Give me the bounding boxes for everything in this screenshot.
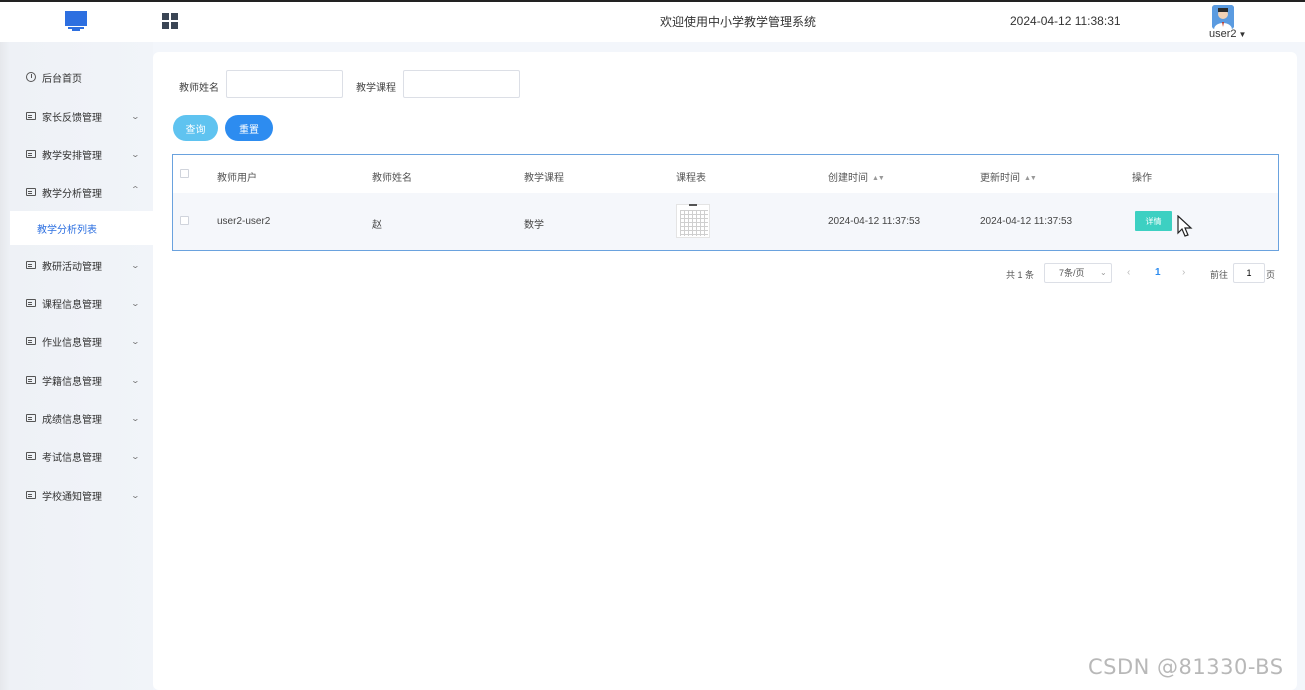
menu-icon (26, 150, 36, 158)
sidebar-item-label: 考试信息管理 (42, 452, 102, 464)
column-header-sortable[interactable]: 创建时间 ▲▼ (828, 169, 885, 184)
user-avatar[interactable] (1212, 5, 1234, 29)
menu-icon (26, 299, 36, 307)
column-header: 教师姓名 (372, 173, 412, 184)
page-size-value: 7条/页 (1059, 268, 1085, 278)
goto-label: 前往 (1210, 270, 1229, 280)
cell-teacher-user: user2-user2 (217, 216, 271, 227)
column-header-label: 更新时间 (980, 173, 1020, 184)
reset-button[interactable]: 重置 (225, 115, 273, 141)
table-row[interactable]: user2-user2 赵 数学 2024-04-12 11:37:53 202… (173, 193, 1278, 250)
main-area: 教师姓名 教学课程 查询 重置 教师用户 教师姓名 教学课程 课程表 创建时间 ▲… (153, 42, 1305, 690)
column-header-sortable[interactable]: 更新时间 ▲▼ (980, 169, 1037, 184)
row-checkbox[interactable] (180, 216, 189, 225)
sidebar-item-teaching-analysis[interactable]: 教学分析管理 ⌃ (10, 177, 153, 207)
menu-toggle-grid-icon[interactable] (162, 13, 178, 29)
prev-page-icon[interactable]: ‹ (1127, 267, 1130, 278)
menu-icon (26, 337, 36, 345)
page-size-select[interactable]: 7条/页 ⌄ (1044, 263, 1112, 283)
user-menu[interactable]: user2 ▼ (1209, 28, 1246, 40)
content-panel: 教师姓名 教学课程 查询 重置 教师用户 教师姓名 教学课程 课程表 创建时间 ▲… (153, 52, 1297, 690)
chevron-down-icon: ⌄ (130, 336, 141, 346)
sort-icon[interactable]: ▲▼ (1024, 175, 1037, 182)
sidebar-item-label: 教研活动管理 (42, 261, 102, 273)
thumb-title (689, 204, 697, 206)
sidebar-item-teaching-schedule[interactable]: 教学安排管理 ⌄ (10, 139, 153, 169)
menu-icon (26, 491, 36, 499)
current-datetime: 2024-04-12 11:38:31 (1010, 14, 1121, 28)
detail-button[interactable]: 详情 (1135, 211, 1172, 231)
menu-icon (26, 414, 36, 422)
menu-icon (26, 376, 36, 384)
goto-page-input[interactable] (1233, 263, 1265, 283)
sidebar-item-label: 教学分析管理 (42, 188, 102, 200)
cell-updated-time: 2024-04-12 11:37:53 (980, 216, 1073, 227)
thumb-grid (680, 210, 708, 236)
column-header: 教师用户 (217, 173, 257, 184)
chevron-down-icon: ⌄ (130, 413, 141, 423)
system-title: 欢迎使用中小学教学管理系统 (660, 15, 817, 29)
sidebar-item-course-info[interactable]: 课程信息管理 ⌄ (10, 288, 153, 318)
username-label: user2 (1209, 28, 1237, 40)
monitor-logo-icon (65, 11, 87, 31)
chevron-up-icon: ⌃ (130, 185, 141, 194)
table-header: 教师用户 教师姓名 教学课程 课程表 创建时间 ▲▼ 更新时间 ▲▼ 操作 (173, 155, 1278, 193)
sidebar-item-label: 学籍信息管理 (42, 376, 102, 388)
chevron-down-icon: ⌄ (130, 298, 141, 308)
column-header: 课程表 (676, 173, 706, 184)
sidebar-item-label: 课程信息管理 (42, 299, 102, 311)
sidebar-item-home[interactable]: 后台首页 (10, 62, 153, 92)
cell-course: 数学 (524, 220, 544, 231)
chevron-down-icon: ⌄ (130, 111, 141, 121)
chevron-down-icon: ⌄ (130, 260, 141, 270)
column-header-label: 创建时间 (828, 173, 868, 184)
top-bar: 2024-04-12 11:38:31 user2 ▼ (0, 0, 1305, 42)
menu-icon (26, 452, 36, 460)
search-button[interactable]: 查询 (173, 115, 218, 141)
data-table: 教师用户 教师姓名 教学课程 课程表 创建时间 ▲▼ 更新时间 ▲▼ 操作 user… (172, 154, 1279, 251)
pagination-total: 共 1 条 (1006, 270, 1035, 280)
menu-icon (26, 112, 36, 120)
chevron-down-icon: ⌄ (130, 451, 141, 461)
select-all-checkbox[interactable] (180, 169, 189, 178)
sidebar-item-label: 成绩信息管理 (42, 414, 102, 426)
page-suffix-label: 页 (1266, 270, 1276, 280)
next-page-icon[interactable]: › (1182, 267, 1185, 278)
sidebar-item-exam-info[interactable]: 考试信息管理 ⌄ (10, 441, 153, 471)
sidebar-subitem-analysis-list[interactable]: 教学分析列表 (10, 211, 153, 245)
chevron-down-icon: ⌄ (1100, 268, 1107, 277)
sort-icon[interactable]: ▲▼ (872, 175, 885, 182)
chevron-down-icon: ▼ (1238, 30, 1247, 39)
sidebar-item-homework-info[interactable]: 作业信息管理 ⌄ (10, 326, 153, 356)
sidebar-item-research-activity[interactable]: 教研活动管理 ⌄ (10, 250, 153, 280)
sidebar-item-label: 家长反馈管理 (42, 112, 102, 124)
column-header: 教学课程 (524, 173, 564, 184)
sidebar-item-grades-info[interactable]: 成绩信息管理 ⌄ (10, 403, 153, 433)
watermark: CSDN @81330-BS (1088, 655, 1284, 679)
sidebar-item-school-notice[interactable]: 学校通知管理 ⌄ (10, 480, 153, 510)
timetable-thumbnail[interactable] (676, 204, 710, 238)
sidebar: 后台首页 家长反馈管理 ⌄ 教学安排管理 ⌄ 教学分析管理 ⌃ 教研活动管理 ⌄… (0, 42, 153, 690)
mouse-cursor-icon (1177, 215, 1193, 237)
menu-icon (26, 188, 36, 196)
sidebar-item-student-status[interactable]: 学籍信息管理 ⌄ (10, 365, 153, 395)
chevron-down-icon: ⌄ (130, 375, 141, 385)
teacher-name-label: 教师姓名 (179, 83, 219, 94)
course-label: 教学课程 (356, 83, 396, 94)
clock-icon (26, 72, 36, 82)
sidebar-item-label: 教学安排管理 (42, 150, 102, 162)
chevron-down-icon: ⌄ (130, 490, 141, 500)
course-input[interactable] (403, 70, 520, 98)
sidebar-item-label: 作业信息管理 (42, 337, 102, 349)
teacher-name-input[interactable] (226, 70, 343, 98)
column-header: 操作 (1132, 173, 1152, 184)
sidebar-item-label: 后台首页 (42, 73, 82, 85)
chevron-down-icon: ⌄ (130, 149, 141, 159)
sidebar-item-parent-feedback[interactable]: 家长反馈管理 ⌄ (10, 101, 153, 131)
cell-teacher-name: 赵 (372, 220, 382, 231)
cell-created-time: 2024-04-12 11:37:53 (828, 216, 921, 227)
page-number-current[interactable]: 1 (1155, 267, 1161, 278)
sidebar-item-label: 学校通知管理 (42, 491, 102, 503)
menu-icon (26, 261, 36, 269)
